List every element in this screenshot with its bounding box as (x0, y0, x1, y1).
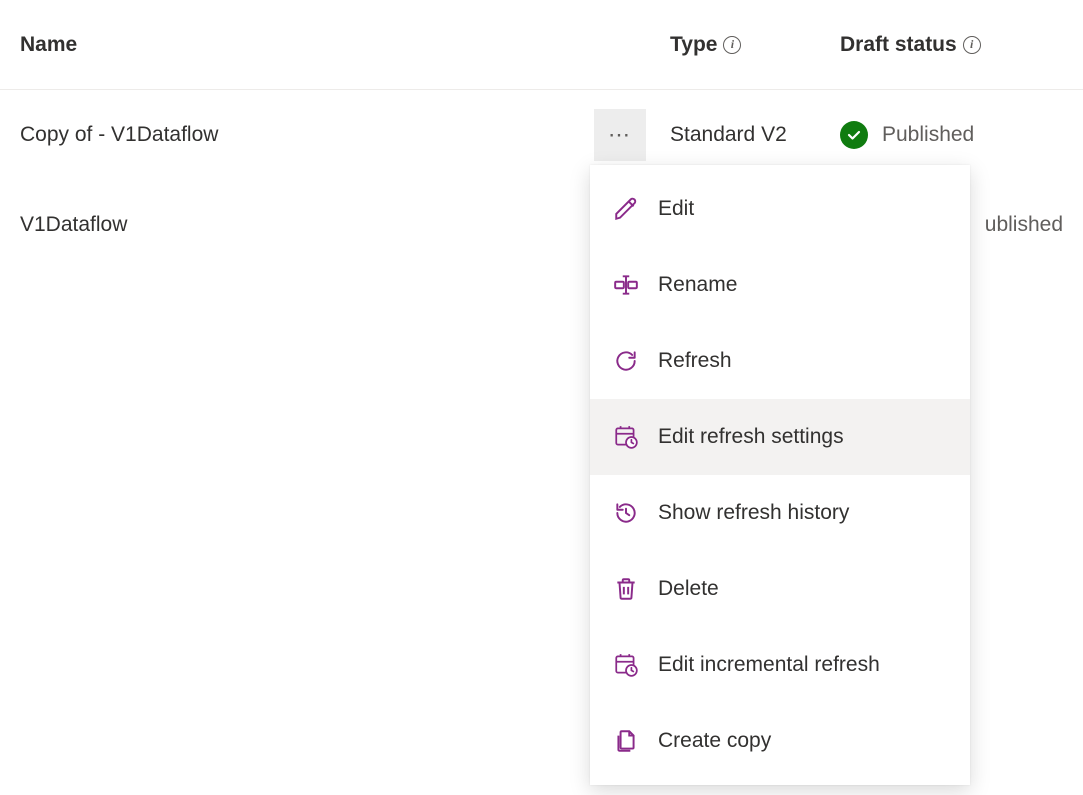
copy-icon (612, 727, 640, 755)
calendar-clock-icon (612, 651, 640, 679)
table-header-row: Name Type i Draft status i (0, 0, 1083, 90)
calendar-clock-icon (612, 423, 640, 451)
menu-item-edit-incremental-refresh[interactable]: Edit incremental refresh (590, 627, 970, 703)
history-icon (612, 499, 640, 527)
info-icon[interactable]: i (963, 36, 981, 54)
menu-item-label: Rename (658, 273, 737, 297)
menu-item-show-refresh-history[interactable]: Show refresh history (590, 475, 970, 551)
menu-item-label: Edit refresh settings (658, 425, 844, 449)
column-header-draft-status-label: Draft status (840, 33, 957, 57)
refresh-icon (612, 347, 640, 375)
dataflow-name[interactable]: V1Dataflow (20, 213, 590, 237)
menu-item-edit-refresh-settings[interactable]: Edit refresh settings (590, 399, 970, 475)
column-header-type-label: Type (670, 33, 717, 57)
dataflow-name[interactable]: Copy of - V1Dataflow (20, 123, 590, 147)
more-actions-button[interactable]: ⋯ (594, 109, 646, 161)
dataflow-type: Standard V2 (650, 123, 840, 147)
menu-item-label: Edit (658, 197, 694, 221)
menu-item-rename[interactable]: Rename (590, 247, 970, 323)
menu-item-delete[interactable]: Delete (590, 551, 970, 627)
draft-status-cell: Published (840, 121, 1063, 149)
menu-item-refresh[interactable]: Refresh (590, 323, 970, 399)
info-icon[interactable]: i (723, 36, 741, 54)
context-menu: Edit Rename Refresh Edit refresh setting… (590, 165, 970, 785)
published-check-icon (840, 121, 868, 149)
menu-item-edit[interactable]: Edit (590, 171, 970, 247)
rename-icon (612, 271, 640, 299)
draft-status-label: ublished (985, 213, 1063, 237)
column-header-name[interactable]: Name (20, 33, 590, 57)
column-header-type[interactable]: Type i (590, 33, 840, 57)
menu-item-label: Create copy (658, 729, 771, 753)
draft-status-label: Published (882, 123, 974, 147)
menu-item-label: Edit incremental refresh (658, 653, 880, 677)
column-header-draft-status[interactable]: Draft status i (840, 33, 1063, 57)
menu-item-label: Refresh (658, 349, 732, 373)
menu-item-label: Show refresh history (658, 501, 849, 525)
pencil-icon (612, 195, 640, 223)
trash-icon (612, 575, 640, 603)
menu-item-label: Delete (658, 577, 719, 601)
menu-item-create-copy[interactable]: Create copy (590, 703, 970, 779)
